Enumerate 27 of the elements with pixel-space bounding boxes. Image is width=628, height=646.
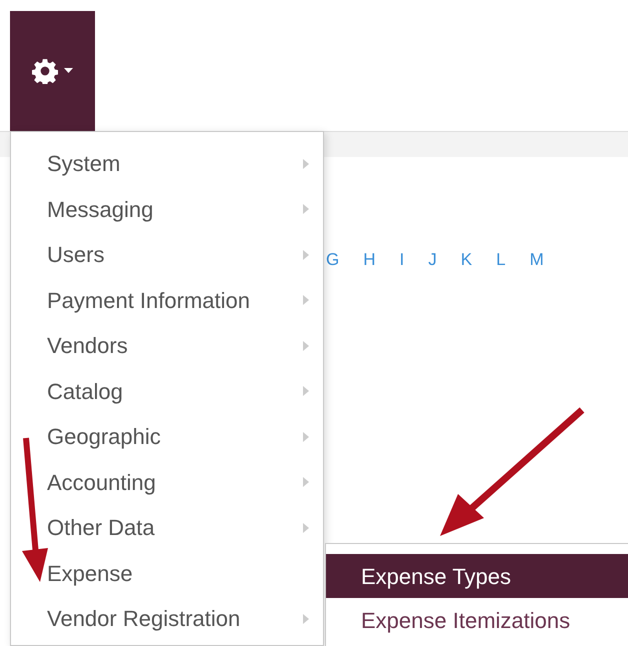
chevron-right-icon <box>303 158 309 169</box>
letter-link[interactable]: G <box>326 247 340 272</box>
chevron-right-icon <box>303 295 309 306</box>
menu-item[interactable]: Accounting <box>11 460 323 505</box>
chevron-right-icon <box>303 614 309 624</box>
menu-item[interactable]: Geographic <box>11 414 323 460</box>
caret-icon <box>64 68 73 74</box>
menu-item[interactable]: Vendor Registration <box>11 596 323 642</box>
menu-item[interactable]: Other Data <box>11 505 323 550</box>
chevron-right-icon <box>303 250 309 260</box>
chevron-right-icon <box>303 522 309 533</box>
submenu-item[interactable]: Expense Itemizations <box>326 598 628 642</box>
menu-item[interactable]: System <box>11 141 323 186</box>
menu-item[interactable]: Expense <box>11 550 323 596</box>
menu-item[interactable]: Payment Information <box>11 278 323 323</box>
chevron-right-icon <box>303 477 309 488</box>
settings-button[interactable] <box>10 11 95 131</box>
menu-item[interactable]: Messaging <box>11 186 323 232</box>
chevron-right-icon <box>303 432 309 442</box>
submenu-item[interactable]: Expense Types <box>326 554 628 598</box>
menu-item[interactable]: Users <box>11 232 323 278</box>
chevron-right-icon <box>303 340 309 351</box>
settings-icon <box>32 58 58 84</box>
menu-item[interactable]: Vendors <box>11 323 323 368</box>
chevron-right-icon <box>303 386 309 396</box>
chevron-right-icon <box>303 204 309 214</box>
menu-item[interactable]: Catalog <box>11 368 323 414</box>
